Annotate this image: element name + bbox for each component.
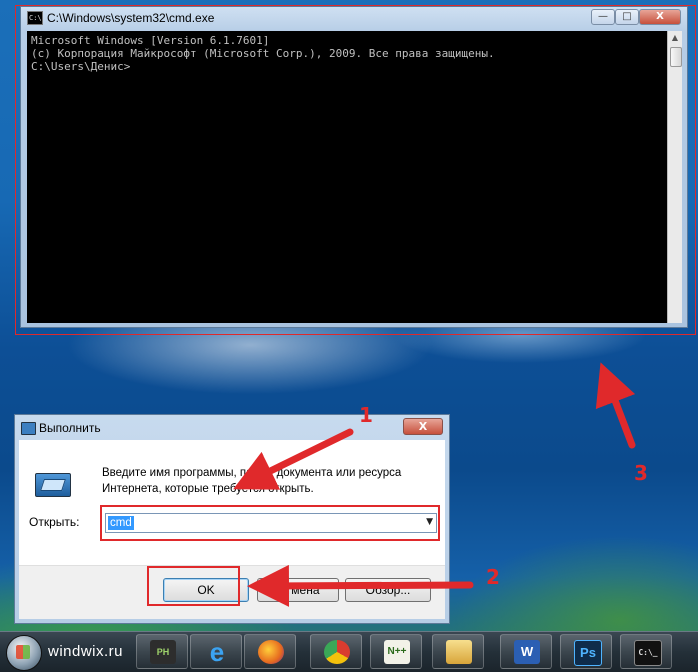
notepad-plus-plus-icon: PH — [150, 640, 176, 664]
start-button[interactable] — [6, 635, 42, 671]
taskbar-app-chrome[interactable] — [310, 634, 362, 669]
run-app-icon — [35, 473, 71, 497]
ok-button-highlight — [147, 566, 240, 606]
step-number-1: 1 — [359, 403, 373, 427]
arrow-step3 — [595, 362, 636, 449]
taskbar-app-internet-explorer[interactable]: e — [190, 634, 242, 669]
word-icon: W — [514, 640, 540, 664]
open-label: Открыть: — [29, 515, 80, 529]
step-number-3: 3 — [634, 461, 648, 485]
internet-explorer-icon: e — [209, 637, 225, 667]
taskbar-app-notepad-plus-plus[interactable]: PH — [136, 634, 188, 669]
run-icon — [21, 422, 36, 435]
combobox-highlight — [100, 505, 440, 541]
firefox-icon — [258, 640, 284, 664]
taskbar-app-firefox[interactable] — [244, 634, 296, 669]
taskbar-app-file-explorer[interactable] — [432, 634, 484, 669]
taskbar-app-cmd[interactable]: C:\_ — [620, 634, 672, 669]
taskbar-app-notepad[interactable]: N++ — [370, 634, 422, 669]
cmd-window-highlight — [15, 5, 696, 335]
cancel-button[interactable]: Отмена — [257, 578, 339, 602]
watermark-text: windwix.ru — [48, 643, 124, 660]
taskbar-app-word[interactable]: W — [500, 634, 552, 669]
chrome-icon — [324, 640, 350, 664]
run-description: Введите имя программы, папки, документа … — [102, 467, 402, 495]
taskbar: windwix.ru PH e N++ W Ps C:\_ — [0, 631, 698, 672]
step-number-2: 2 — [486, 565, 500, 589]
notepad-icon: N++ — [384, 640, 410, 664]
browse-button[interactable]: Обзор... — [345, 578, 431, 602]
run-dialog-title: Выполнить — [39, 421, 101, 435]
folder-icon — [446, 640, 472, 664]
photoshop-icon: Ps — [574, 640, 602, 666]
cmd-taskbar-icon: C:\_ — [634, 640, 662, 666]
taskbar-app-photoshop[interactable]: Ps — [560, 634, 612, 669]
run-close-button[interactable]: X — [403, 418, 443, 435]
